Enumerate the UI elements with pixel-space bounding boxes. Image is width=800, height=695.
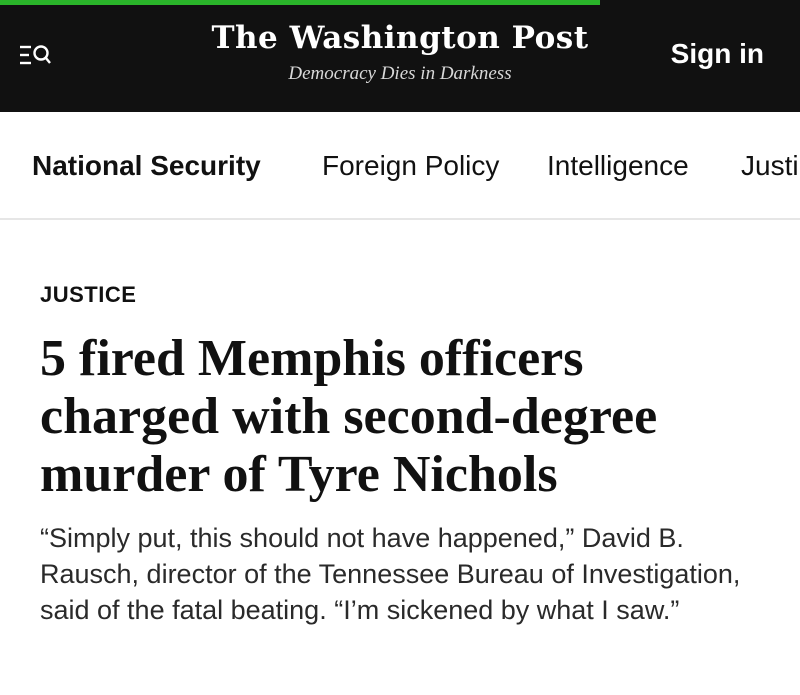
section-subnav: National Security Foreign Policy Intelli… [0,112,800,220]
article-kicker[interactable]: JUSTICE [40,281,136,309]
reading-progress-fill [0,0,600,5]
subnav-item-foreign-policy[interactable]: Foreign Policy [322,148,499,184]
sign-in-button[interactable]: Sign in [671,34,764,74]
article-headline: 5 fired Memphis officers charged with se… [40,330,658,503]
article-dek: “Simply put, this should not have happen… [40,523,741,625]
site-logo: The Washington Post [211,20,589,56]
reading-progress-bar [0,0,800,5]
menu-search-button[interactable] [16,38,56,72]
subnav-item-justice[interactable]: Justi [741,148,799,184]
menu-search-icon [20,45,51,65]
masthead[interactable]: The Washington Post Democracy Dies in Da… [200,18,600,86]
site-header: The Washington Post Democracy Dies in Da… [0,0,800,112]
site-tagline: Democracy Dies in Darkness [288,63,512,84]
subnav-item-intelligence[interactable]: Intelligence [547,148,689,184]
subnav-item-national-security[interactable]: National Security [32,148,261,184]
